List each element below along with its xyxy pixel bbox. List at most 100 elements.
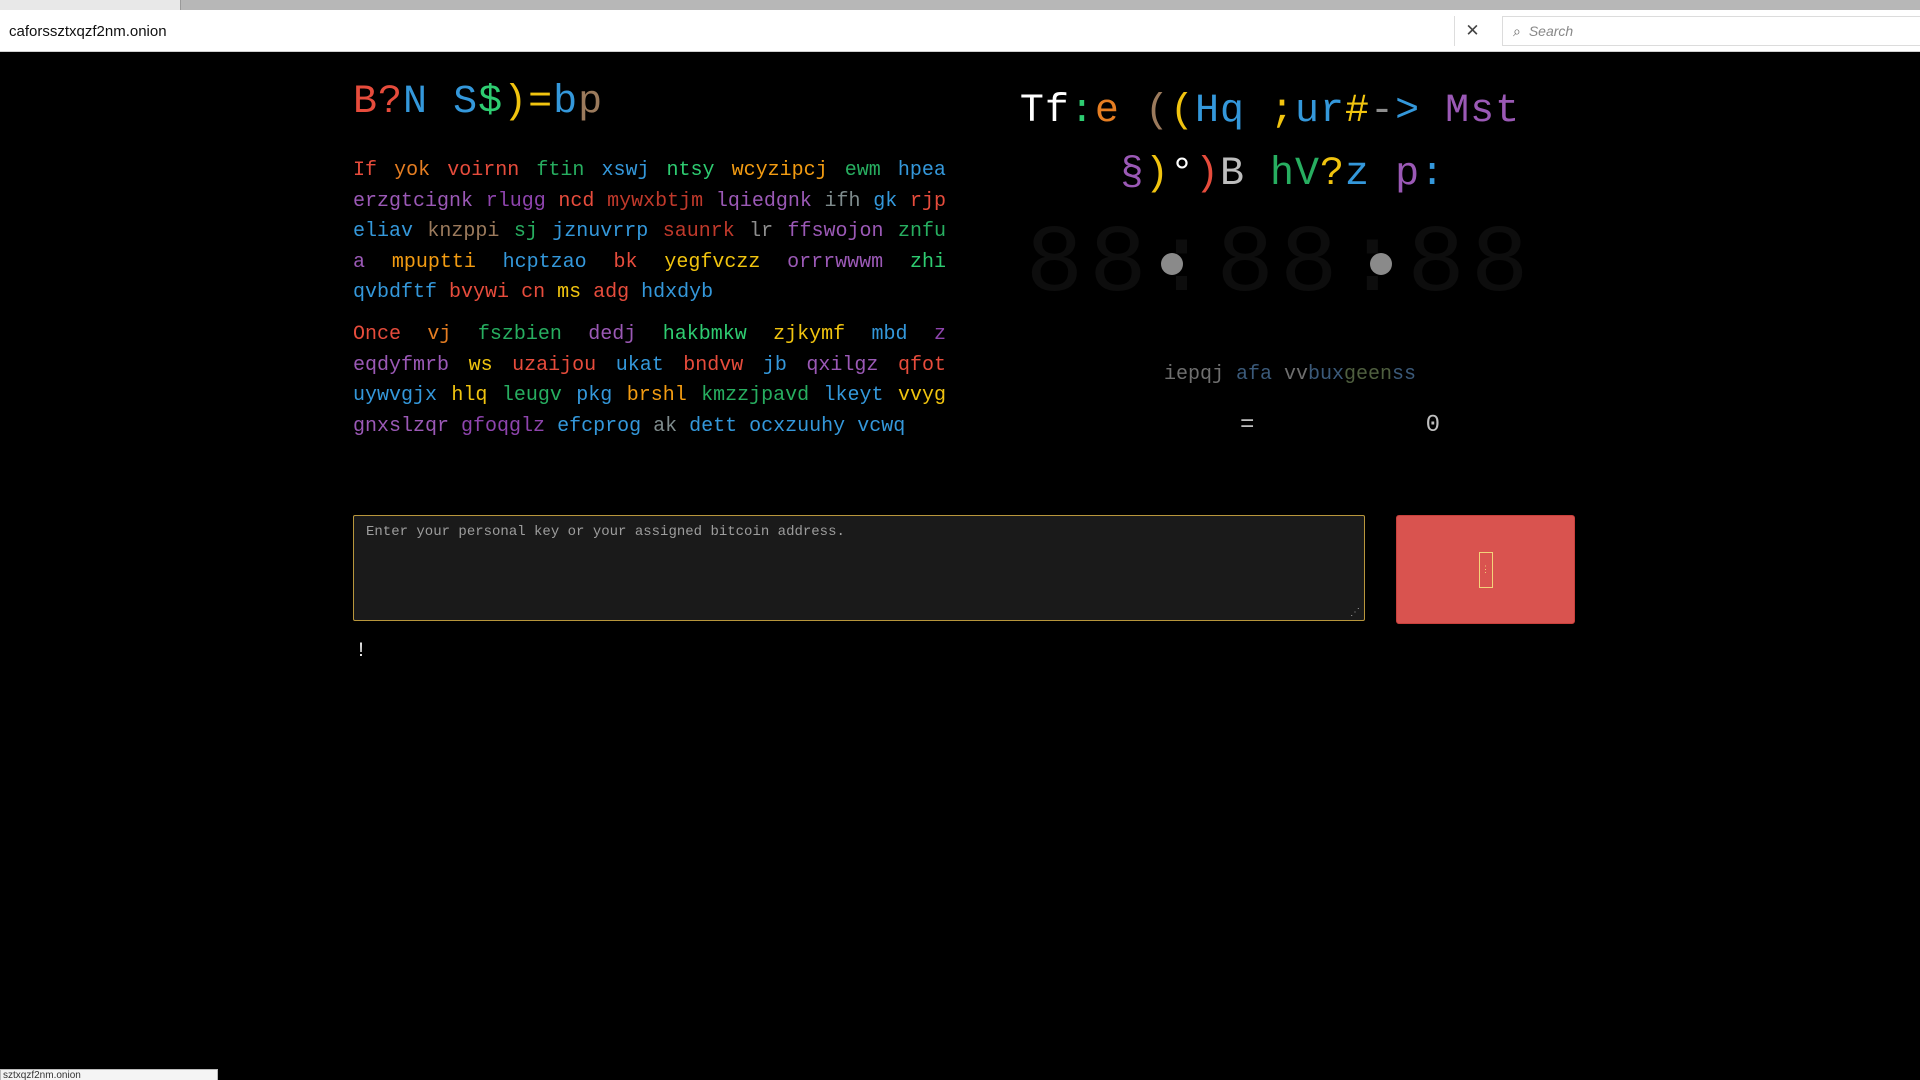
paragraph-word: fszbien [477,323,562,346]
status-url: sztxqzf2nm.onion [3,1070,81,1080]
paragraph-word: eliav [353,220,414,243]
amount-value: 0 [1425,412,1440,439]
address-text: caforssztxqzf2nm.onion [9,22,167,40]
paragraph-word: ak [653,414,678,438]
timer-label-part: geen [1344,363,1393,386]
paragraph-word: mywxbtjm [607,189,704,213]
paragraph-word: dett [689,414,738,438]
right-title-part: p [1395,152,1421,197]
timer-label: iepqj afa vvbuxgeenss [1060,363,1520,386]
right-title-part: - [1370,89,1396,134]
paragraph-word: vcwq [857,414,906,438]
paragraph-word: gk [873,189,898,213]
navigation-bar: caforssztxqzf2nm.onion ✕ ⌕ Search [0,10,1920,52]
personal-key-input[interactable] [353,515,1365,621]
paragraph-word: hdxdyb [641,281,714,304]
right-title-part: ° [1169,152,1195,197]
paragraph-word: voirnn [447,159,520,182]
timer-label-part [1224,363,1236,386]
paragraph-word: eqdyfmrb [353,353,450,377]
paragraph-word: vj [427,323,452,346]
paragraph-word: ntsy [666,159,715,182]
paragraph-word: ewm [844,159,881,182]
paragraph-word: qvbdftf [353,281,438,304]
paragraph-word: bvywi [449,281,510,304]
page-title-right: Tf:e ((Hq ;ur#-> Mst §)°)B hV?z p: [990,80,1550,206]
right-title-part: Tf [1019,89,1070,134]
right-title-part: Hq [1194,89,1245,134]
right-title-part [1120,89,1145,134]
left-title-part: = [528,80,554,125]
search-placeholder: Search [1528,23,1574,39]
browser-status-bar: sztxqzf2nm.onion [0,1069,218,1080]
close-icon[interactable]: ✕ [1454,16,1490,46]
right-title-part [1245,89,1270,134]
paragraph-word: z [933,323,946,346]
paragraph-word: ncd [558,189,595,213]
active-tab[interactable] [0,0,181,10]
right-title-part: ) [1144,152,1170,197]
paragraph-word: orrrwwwm [787,250,884,274]
left-title-part: S [453,80,479,125]
paragraph-word: Once [353,323,402,346]
right-title-part: : [1069,89,1095,134]
paragraph-word: uywvgjx [353,384,438,407]
left-title-part: ) [503,80,529,125]
paragraph-word: yegfvczz [664,250,761,274]
left-title-part: b [553,80,579,125]
paragraph-word: zhi [909,250,946,274]
paragraph-word: ocxzuuhy [749,414,846,438]
paragraph-word: gfoqglz [461,414,546,438]
search-icon: ⌕ [1513,22,1521,39]
paragraph-word: qxilgz [806,353,879,377]
paragraph-word: vvyg [897,384,946,407]
paragraph-word: a [353,250,366,274]
paragraph-word: rlugg [485,189,546,213]
amount-sign: = [1240,412,1255,439]
status-message: ! [355,640,368,663]
right-title-part [1370,152,1395,197]
paragraph-word: brshl [626,384,687,407]
paragraph-word: znfu [897,220,946,243]
paragraph-word: dedj [588,323,637,346]
right-title-part: # [1345,89,1371,134]
instructions-paragraph-2: Once vj fszbien dedj hakbmkw zjkymf mbd … [353,320,946,442]
paragraph-word: saunrk [662,220,735,243]
paragraph-word: yok [394,159,431,182]
submit-button[interactable]: ⋮ [1396,515,1575,624]
timer-label-part: afa [1235,363,1272,386]
left-title-part: ? [378,80,404,125]
timer-separator-dot [1370,253,1392,275]
left-title-part: B [353,80,379,125]
search-field[interactable]: ⌕ Search [1502,16,1920,46]
right-title-part: ur [1295,89,1346,134]
paragraph-word: jznuvrrp [552,220,649,243]
left-title-part: p [578,80,604,125]
right-title-part: ( [1144,89,1170,134]
paragraph-word: pkg [576,384,613,407]
paragraph-word: hlq [451,384,488,407]
timer-label-part: iepqj [1163,363,1224,386]
right-title-part: > [1395,89,1421,134]
paragraph-word: ifh [824,189,861,213]
left-title-part: $ [478,80,504,125]
paragraph-word: erzgtcignk [353,189,474,213]
paragraph-word: jb [762,353,787,377]
right-title-part: ) [1194,152,1220,197]
right-title-part [1095,152,1120,197]
paragraph-word: hcptzao [502,250,587,274]
paragraph-word: hakbmkw [662,323,747,346]
resize-handle-icon[interactable]: ⋰ [1350,608,1360,618]
paragraph-word: lkeyt [823,384,884,407]
paragraph-word: knzppi [427,220,500,243]
paragraph-word: ws [468,353,493,377]
address-bar[interactable]: caforssztxqzf2nm.onion [0,16,1491,46]
paragraph-word: bndvw [683,353,744,377]
submit-icon: ⋮ [1478,551,1493,588]
right-title-part: § [1119,152,1145,197]
paragraph-word: lr [749,220,774,243]
paragraph-word: gnxslzqr [353,414,450,438]
paragraph-word: rjp [909,189,946,213]
paragraph-word: ukat [615,353,664,377]
right-title-part: ; [1270,89,1296,134]
